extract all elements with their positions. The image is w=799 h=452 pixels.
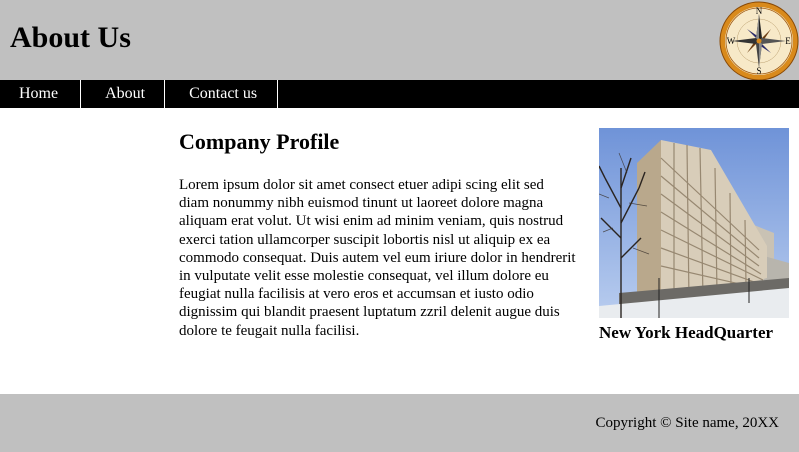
nav-item-home[interactable]: Home <box>0 80 82 108</box>
compass-logo-icon: N S W E <box>719 1 799 81</box>
office-building-photo <box>599 128 789 318</box>
image-caption: New York HeadQuarter <box>599 323 774 342</box>
compass-west-label: W <box>727 36 736 46</box>
main-nav: Home About Contact us <box>0 80 799 108</box>
compass-south-label: S <box>756 66 761 76</box>
compass-north-label: N <box>756 6 763 16</box>
section-title: Company Profile <box>179 129 340 154</box>
nav-item-about[interactable]: About <box>81 80 166 108</box>
site-footer: Copyright © Site name, 20XX <box>0 394 799 452</box>
site-header: About Us N S W E <box>0 0 799 81</box>
company-profile-text: Lorem ipsum dolor sit amet consect etuer… <box>179 177 576 339</box>
copyright-text: Copyright © Site name, 20XX <box>595 415 779 431</box>
nav-item-contact[interactable]: Contact us <box>165 80 279 108</box>
page-title: About Us <box>10 21 131 54</box>
compass-east-label: E <box>785 36 791 46</box>
